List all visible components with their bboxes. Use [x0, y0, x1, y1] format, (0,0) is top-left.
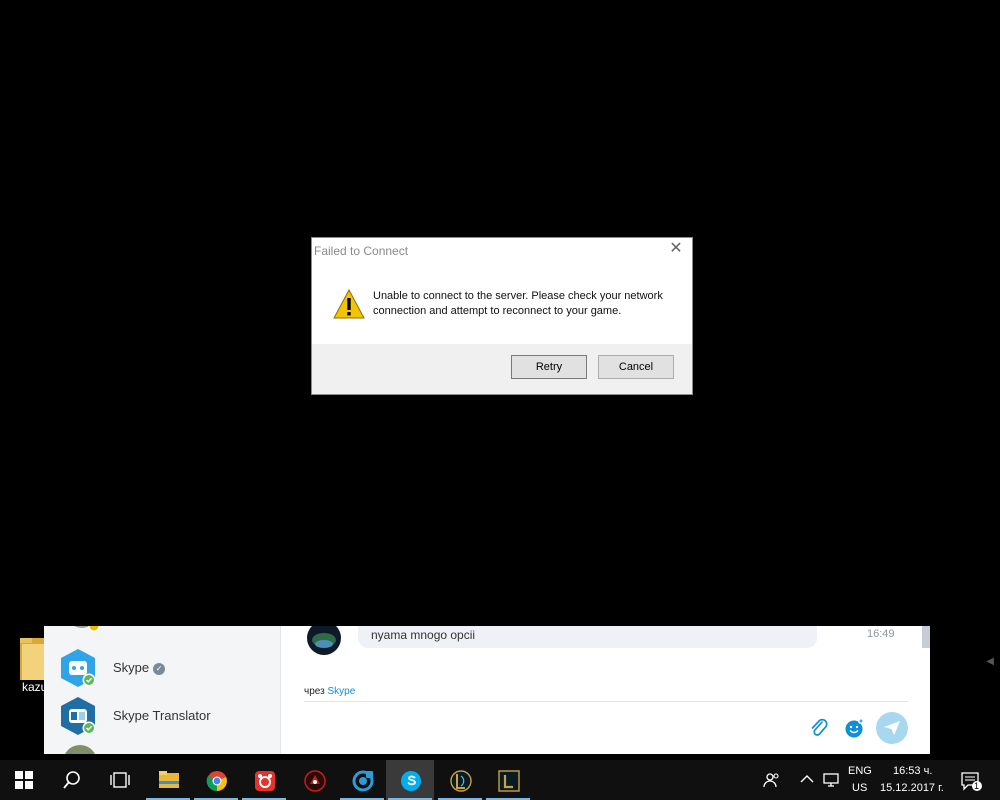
translator-bot-avatar-icon: [61, 697, 96, 735]
paperclip-icon[interactable]: [808, 717, 830, 739]
via-skype-link[interactable]: Skype: [327, 686, 355, 697]
skype-bot-avatar-icon: [61, 649, 96, 687]
task-view-button[interactable]: [96, 760, 144, 800]
file-explorer-icon: [159, 771, 179, 788]
ccleaner-icon: [352, 770, 374, 792]
search-icon: [63, 771, 80, 789]
contact-list: Skype ✓ Skype Translator: [44, 626, 281, 754]
people-icon[interactable]: [763, 772, 781, 788]
clock-date[interactable]: 15.12.2017 г.: [880, 782, 944, 794]
via-label: чрез Skype: [304, 686, 355, 697]
notification-count: 1: [974, 781, 980, 791]
close-icon[interactable]: ✕: [668, 241, 684, 257]
league-client-icon: [498, 770, 520, 792]
chrome-icon: [206, 771, 227, 792]
task-view-icon: [110, 772, 130, 788]
emoji-icon[interactable]: [843, 717, 865, 739]
dialog-title: Failed to Connect: [314, 244, 409, 258]
chrome-button[interactable]: [192, 760, 240, 800]
verified-icon: ✓: [153, 663, 166, 675]
skype-taskbar-button[interactable]: [386, 760, 434, 800]
contact-avatar-partial[interactable]: [62, 626, 102, 634]
dark-red-app-button[interactable]: [290, 760, 338, 800]
app-red-icon: [255, 771, 275, 791]
send-icon: [884, 721, 900, 735]
via-prefix: чрез: [304, 686, 325, 697]
cancel-button[interactable]: Cancel: [598, 355, 674, 379]
language-region[interactable]: US: [852, 782, 867, 794]
message-input[interactable]: [304, 704, 788, 742]
clock-time[interactable]: 16:53 ч.: [893, 765, 932, 777]
network-icon[interactable]: [822, 772, 840, 788]
message-text: nyama mnogo opcii: [371, 628, 476, 642]
start-icon: [15, 771, 33, 789]
retry-button-label: Retry: [535, 361, 563, 373]
file-explorer-button[interactable]: [144, 760, 192, 800]
contact-item-skype-translator[interactable]: Skype Translator: [44, 696, 280, 740]
search-button[interactable]: [48, 760, 96, 800]
dialog-body: Unable to connect to the server. Please …: [312, 260, 692, 345]
dialog-footer: Retry Cancel: [312, 344, 692, 394]
contact-avatar-partial[interactable]: [60, 742, 100, 754]
send-button[interactable]: [876, 712, 908, 744]
scroll-left-icon[interactable]: ◀: [986, 656, 994, 667]
red-app-button[interactable]: [240, 760, 288, 800]
chat-pane: nyama mnogo opcii 16:49 чрез Skype: [281, 626, 930, 754]
compose-divider: [304, 701, 908, 702]
contact-name-text: Skype: [113, 660, 150, 675]
contact-name: Skype Translator: [113, 708, 211, 723]
language-code[interactable]: ENG: [848, 765, 872, 777]
failed-to-connect-dialog: Failed to Connect ✕ Unable to connect to…: [311, 237, 693, 395]
skype-icon: [401, 771, 421, 791]
dialog-message: Unable to connect to the server. Please …: [373, 290, 663, 317]
taskbar: ENG US 16:53 ч. 15.12.2017 г. 1: [0, 760, 1000, 800]
retry-button[interactable]: Retry: [511, 355, 587, 379]
chat-scrollbar[interactable]: [922, 626, 930, 648]
league-icon: [450, 770, 472, 792]
warning-icon: [333, 289, 365, 319]
app-dark-red-icon: [304, 770, 326, 792]
contact-name: Skype ✓: [113, 660, 166, 675]
message-timestamp: 16:49: [867, 628, 895, 640]
league-client-button[interactable]: [484, 760, 532, 800]
message-bubble: nyama mnogo opcii: [358, 626, 817, 648]
ccleaner-button[interactable]: [338, 760, 386, 800]
sender-avatar[interactable]: [306, 626, 342, 656]
league-button[interactable]: [436, 760, 484, 800]
contact-item-skype[interactable]: Skype ✓: [44, 648, 280, 692]
chevron-up-icon[interactable]: [800, 774, 814, 784]
skype-window: Skype ✓ Skype Translator nyama mnogo opc…: [44, 626, 930, 754]
start-button[interactable]: [0, 760, 48, 800]
